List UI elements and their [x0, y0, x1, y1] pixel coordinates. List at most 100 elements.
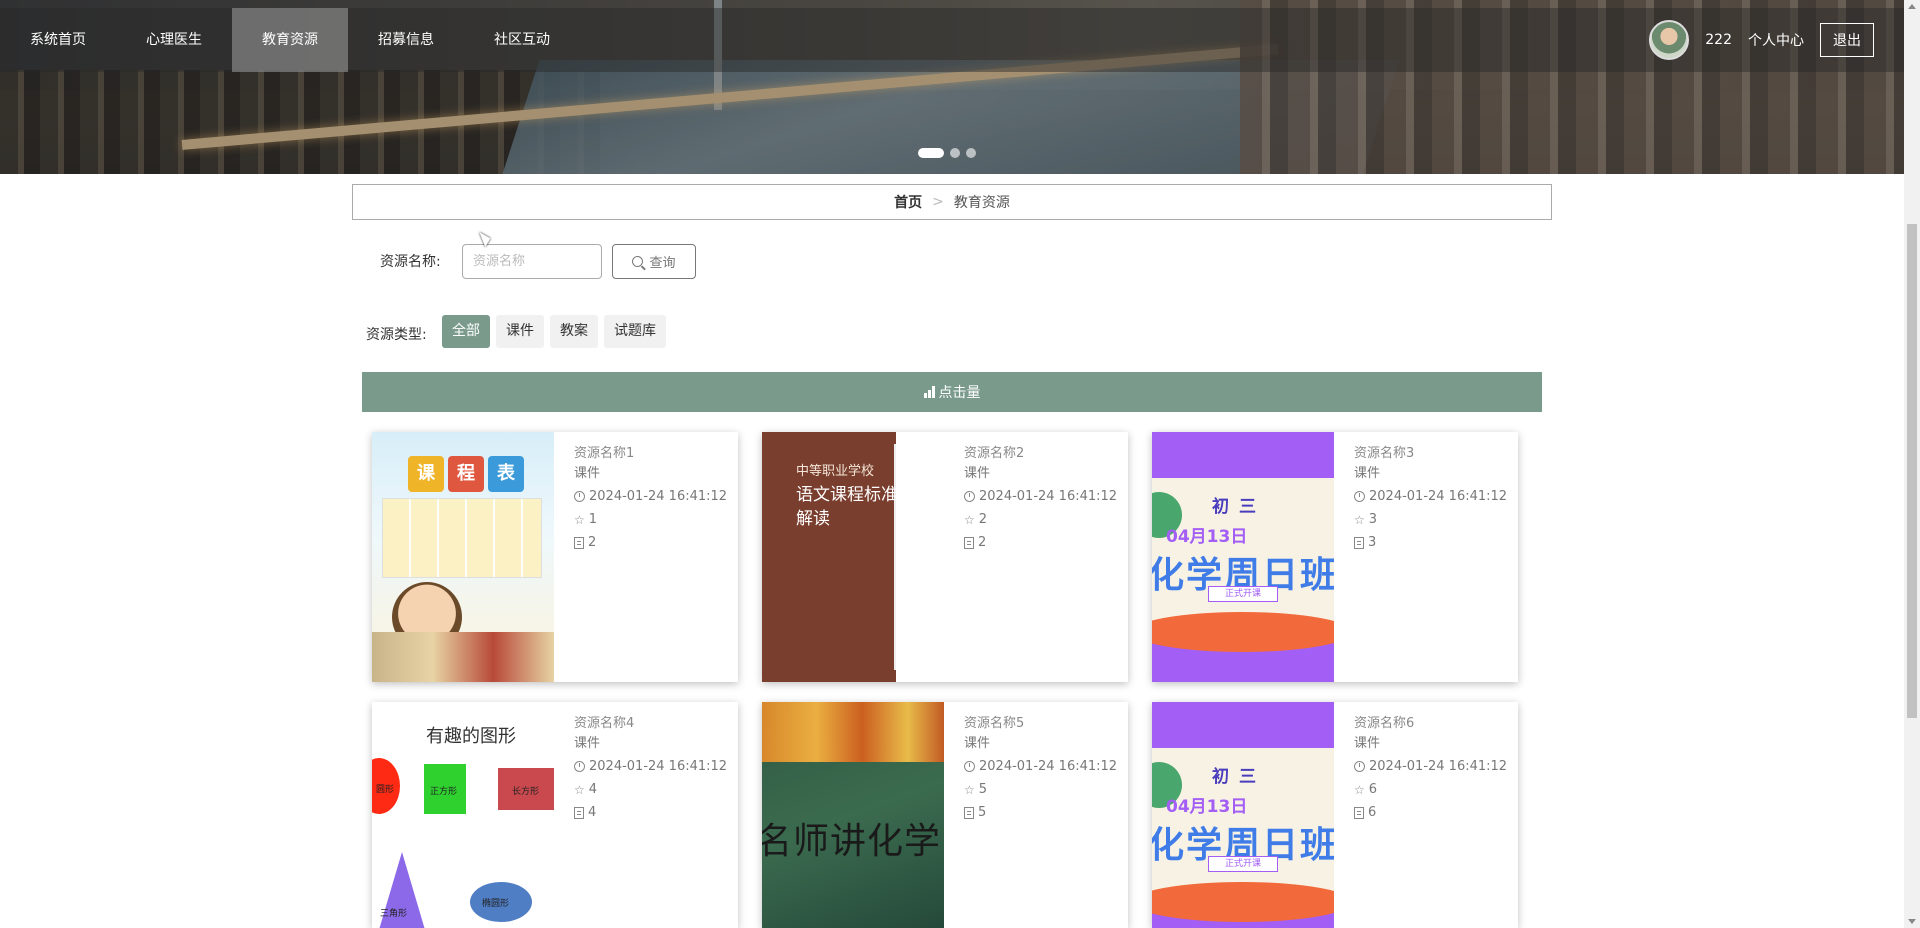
search-button-label: 查询	[649, 256, 676, 271]
star-icon: ☆	[574, 782, 585, 797]
filter-chip-lesson-plan[interactable]: 教案	[550, 315, 598, 348]
resource-type: 课件	[964, 466, 991, 481]
resource-thumbnail[interactable]: 初三 04月13日 化学周日班 正式开课	[1152, 702, 1334, 928]
thumb-char: 程	[448, 456, 484, 492]
thumb-text: 中等职业学校	[796, 464, 875, 479]
thumb-text: 04月13日	[1166, 797, 1248, 817]
filter-chip-all[interactable]: 全部	[442, 315, 490, 348]
sort-label: 点击量	[938, 385, 981, 401]
clock-icon	[964, 761, 975, 772]
resource-info: 资源名称6 课件 2024-01-24 16:41:12 ☆ 6 6	[1354, 712, 1514, 827]
resource-thumbnail[interactable]: 中等职业学校 语文课程标准 解读	[762, 432, 944, 682]
filter-chip-courseware[interactable]: 课件	[496, 315, 544, 348]
resource-title[interactable]: 资源名称3	[1354, 442, 1514, 461]
filter-chip-question-bank[interactable]: 试题库	[604, 315, 666, 348]
resource-card[interactable]: 初三 04月13日 化学周日班 正式开课 资源名称6 课件 2024-01-24…	[1152, 702, 1518, 928]
resource-title[interactable]: 资源名称5	[964, 712, 1124, 731]
resource-thumbnail[interactable]: 名师讲化学	[762, 702, 944, 928]
resource-card[interactable]: 中等职业学校 语文课程标准 解读 资源名称2 课件 2024-01-24 16:…	[762, 432, 1128, 682]
avatar[interactable]	[1649, 20, 1690, 60]
resource-info: 资源名称1 课件 2024-01-24 16:41:12 ☆ 1 2	[574, 442, 734, 557]
resource-title[interactable]: 资源名称2	[964, 442, 1124, 461]
resource-favorites: 4	[588, 782, 598, 797]
resource-thumbnail[interactable]: 初三 04月13日 化学周日班 正式开课	[1152, 432, 1334, 682]
search-icon	[632, 256, 644, 267]
resource-title[interactable]: 资源名称1	[574, 442, 734, 461]
thumb-label: 椭圆形	[482, 899, 510, 909]
resource-card[interactable]: 初三 04月13日 化学周日班 正式开课 资源名称3 课件 2024-01-24…	[1152, 432, 1518, 682]
nav-item-home[interactable]: 系统首页	[0, 8, 116, 72]
resource-favorites: 1	[588, 512, 598, 527]
resource-time: 2024-01-24 16:41:12	[979, 759, 1118, 774]
thumb-text: 初三	[1212, 497, 1266, 517]
thumb-wave	[1152, 612, 1334, 652]
resource-card[interactable]: 名师讲化学 资源名称5 课件 2024-01-24 16:41:12 ☆ 5 5	[762, 702, 1128, 928]
carousel-dot-1[interactable]	[918, 148, 944, 158]
resource-views: 4	[588, 805, 597, 820]
resource-card[interactable]: 有趣的图形 圆形 正方形 长方形 三角形 椭圆形 资源名称4 课件 2024-0…	[372, 702, 738, 928]
carousel-dot-2[interactable]	[950, 148, 960, 158]
nav-item-recruit[interactable]: 招募信息	[348, 8, 464, 72]
resource-time: 2024-01-24 16:41:12	[1369, 489, 1508, 504]
thumb-leaves	[762, 702, 944, 762]
resource-favorites: 3	[1368, 512, 1378, 527]
nav-menu: 系统首页 心理医生 教育资源 招募信息 社区互动	[0, 8, 580, 72]
resource-type: 课件	[1354, 736, 1381, 751]
nav-item-education[interactable]: 教育资源	[232, 8, 348, 72]
page-scrollbar[interactable]	[1904, 0, 1920, 928]
carousel-indicators	[918, 148, 976, 158]
star-icon: ☆	[574, 512, 585, 527]
top-nav: 系统首页 心理医生 教育资源 招募信息 社区互动 222 个人中心 退出	[0, 8, 1904, 72]
resource-title[interactable]: 资源名称4	[574, 712, 734, 731]
thumb-text: 名师讲化学	[762, 821, 942, 862]
clock-icon	[574, 761, 585, 772]
clock-icon	[574, 491, 585, 502]
nav-item-community[interactable]: 社区互动	[464, 8, 580, 72]
thumb-tag: 正式开课	[1208, 856, 1278, 872]
resource-info: 资源名称5 课件 2024-01-24 16:41:12 ☆ 5 5	[964, 712, 1124, 827]
scroll-down-icon[interactable]	[1908, 919, 1916, 924]
resource-views: 2	[978, 535, 987, 550]
clock-icon	[1354, 761, 1365, 772]
thumb-tag: 正式开课	[1208, 586, 1278, 602]
resource-info: 资源名称4 课件 2024-01-24 16:41:12 ☆ 4 4	[574, 712, 734, 827]
thumb-char: 表	[488, 456, 524, 492]
thumb-text: 解读	[796, 509, 830, 529]
star-icon: ☆	[964, 512, 975, 527]
logout-button[interactable]: 退出	[1820, 23, 1874, 57]
search-button[interactable]: 查询	[612, 244, 696, 279]
resource-thumbnail[interactable]: 有趣的图形 圆形 正方形 长方形 三角形 椭圆形	[372, 702, 554, 928]
search-input[interactable]	[462, 244, 602, 279]
resource-info: 资源名称2 课件 2024-01-24 16:41:12 ☆ 2 2	[964, 442, 1124, 557]
thumb-label: 圆形	[376, 785, 395, 795]
bar-chart-icon	[923, 386, 935, 398]
resource-thumbnail[interactable]: 课 程 表	[372, 432, 554, 682]
resource-time: 2024-01-24 16:41:12	[589, 489, 728, 504]
breadcrumb-home[interactable]: 首页	[894, 192, 922, 212]
document-icon	[964, 806, 974, 819]
resource-time: 2024-01-24 16:41:12	[589, 759, 728, 774]
user-center-link[interactable]: 个人中心	[1748, 30, 1804, 50]
resource-views: 2	[588, 535, 597, 550]
user-area: 222 个人中心 退出	[1649, 8, 1874, 72]
username: 222	[1705, 32, 1732, 48]
nav-item-doctors[interactable]: 心理医生	[116, 8, 232, 72]
resource-views: 5	[978, 805, 987, 820]
resource-title[interactable]: 资源名称6	[1354, 712, 1514, 731]
star-icon: ☆	[1354, 512, 1365, 527]
thumb-timetable	[382, 498, 542, 578]
resource-card[interactable]: 课 程 表 资源名称1 课件 2024-01-24 16:41:12 ☆ 1 2	[372, 432, 738, 682]
type-filters: 全部 课件 教案 试题库	[442, 315, 666, 348]
resource-type: 课件	[574, 466, 601, 481]
resource-time: 2024-01-24 16:41:12	[979, 489, 1118, 504]
thumb-wave	[1152, 882, 1334, 922]
resource-favorites: 5	[978, 782, 988, 797]
resource-type: 课件	[964, 736, 991, 751]
scrollbar-thumb[interactable]	[1907, 224, 1917, 718]
sort-by-clicks-button[interactable]: 点击量	[362, 372, 1542, 412]
thumb-text: 04月13日	[1166, 527, 1248, 547]
thumb-char: 课	[408, 456, 444, 492]
carousel-dot-3[interactable]	[966, 148, 976, 158]
scroll-up-icon[interactable]	[1908, 4, 1916, 9]
thumb-label: 三角形	[380, 909, 408, 919]
